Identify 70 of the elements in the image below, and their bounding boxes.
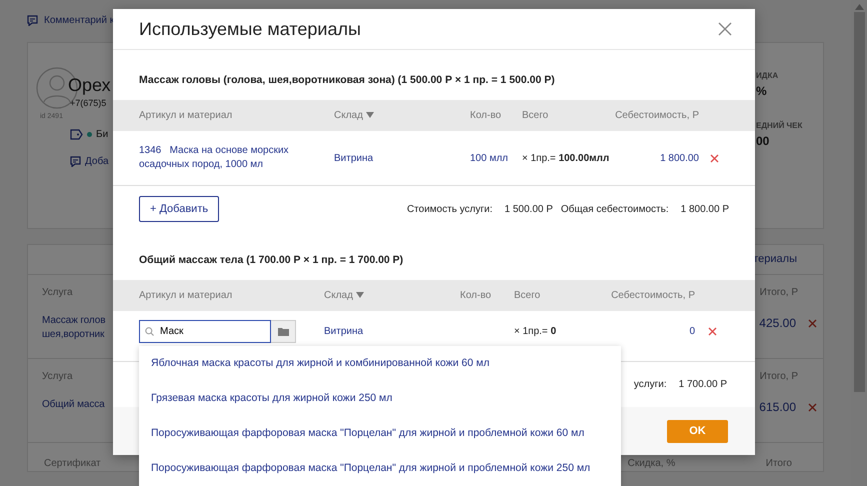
column-header: Сертификат [44, 457, 101, 471]
search-field[interactable]: Маск [139, 320, 271, 343]
column-header: Себестоимость, Р [611, 290, 695, 301]
tag-icon [70, 128, 83, 140]
stat-value: 00 [756, 133, 770, 150]
close-button[interactable] [717, 21, 733, 37]
section-title: Массаж головы (голова, шея,воротниковая зона) (1 500.00 Р × 1 пр. = 1 500.00 Р) [138, 73, 556, 88]
add-comment-link[interactable]: Доба [85, 154, 109, 168]
delete-icon[interactable] [808, 402, 817, 412]
quantity-value[interactable]: 100 млл [470, 150, 522, 166]
comment-icon [70, 156, 81, 166]
material-link[interactable]: 1346 Маска на основе морских осадочных пород, 1000 мл [139, 144, 334, 172]
delete-icon[interactable] [808, 318, 817, 328]
service-total: 615.00 [759, 399, 796, 416]
folder-icon [278, 327, 288, 336]
status-dot [87, 132, 92, 136]
sort-caret-icon[interactable] [356, 292, 364, 298]
stat-label: ИДКА [756, 70, 780, 82]
suggestion-item[interactable]: Поросуживающая фарфоровая маска "Порцелан" для жирной и проблемной кожи 250 мл [139, 451, 621, 486]
scrollbar-thumb[interactable] [854, 12, 864, 392]
summary-label: Стоимость услуги: [406, 202, 493, 216]
column-header: Услуга [42, 286, 74, 300]
column-header: Всего [522, 110, 548, 121]
warehouse-link[interactable]: Витрина [324, 320, 460, 343]
add-button[interactable]: + Добавить [139, 196, 220, 222]
column-header: Скидка, % [628, 457, 676, 471]
suggestion-item[interactable]: Грязевая маска красоты для жирной кожи 250 мл [139, 381, 621, 416]
column-header: Итого, Р [759, 370, 798, 384]
service-name[interactable]: Общий масса [42, 398, 105, 412]
sort-caret-icon[interactable] [366, 112, 374, 118]
cost-value: 0 [688, 325, 695, 339]
delete-icon[interactable] [710, 154, 718, 162]
column-header: Артикул и материал [139, 110, 232, 121]
search-icon [145, 327, 154, 336]
column-header: Артикул и материал [139, 290, 232, 301]
column-header: Себестоимость, Р [615, 110, 699, 121]
scroll-up-icon [854, 4, 864, 10]
column-header: Всего [514, 290, 540, 301]
column-header: Склад [324, 290, 353, 301]
total-value: × 1пр.= 100.00млл [522, 152, 610, 166]
summary-value: 1 800.00 Р [680, 202, 729, 216]
service-name[interactable]: Массаж голов шея,воротник [42, 314, 106, 342]
column-header: Услуга [42, 370, 74, 384]
folder-button[interactable] [271, 320, 296, 343]
section-title: Общий массаж тела (1 700.00 Р × 1 пр. = 1 700.00 Р) [138, 253, 404, 268]
stat-label: ЕДНИЙ ЧЕК [756, 120, 804, 132]
total-value: × 1пр.= 0 [514, 325, 558, 339]
modal-title: Используемые материалы [139, 18, 361, 41]
materials-tab[interactable]: териалы [753, 251, 797, 268]
column-header: Итого [766, 457, 792, 471]
warehouse-link[interactable]: Витрина [334, 150, 470, 166]
summary-value: 1 500.00 Р [504, 202, 553, 216]
cost-value: 1 800.00 [659, 152, 699, 166]
suggestion-item[interactable]: Поросуживающая фарфоровая маска "Порцелан" для жирной и проблемной кожи 60 мл [139, 416, 621, 451]
summary-label: услуги: [634, 378, 667, 392]
column-header: Итого, Р [759, 286, 798, 300]
suggestion-item[interactable]: Яблочная маска красоты для жирной и комбинированной кожи 60 мл [139, 346, 621, 381]
service-total: 425.00 [759, 315, 796, 332]
summary-label: Общая себестоимость: [560, 202, 669, 216]
delete-icon[interactable] [708, 327, 716, 336]
column-header: Кол-во [470, 110, 502, 121]
client-name: Орех [68, 74, 111, 97]
client-phone: +7(675)5 [70, 97, 108, 110]
summary-value: 1 700.00 Р [678, 378, 727, 392]
column-header: Склад [334, 110, 363, 121]
comment-icon [27, 14, 38, 26]
stat-value: % [756, 83, 768, 100]
column-header: Кол-во [460, 290, 492, 301]
client-status: Би [96, 128, 108, 142]
close-icon [717, 21, 733, 37]
